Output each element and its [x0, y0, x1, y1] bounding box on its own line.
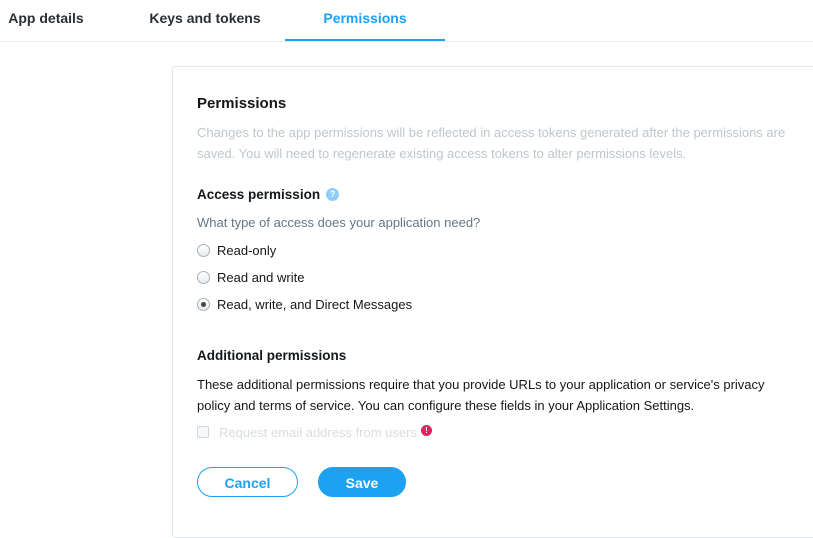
save-button[interactable]: Save [318, 467, 406, 497]
email-permission-checkbox[interactable] [197, 426, 209, 438]
email-permission-text: Request email address from users [219, 425, 417, 440]
permissions-description: Changes to the app permissions will be r… [197, 125, 786, 161]
access-permission-heading: Access permission? [197, 187, 340, 202]
radio-button-checked[interactable] [197, 298, 210, 311]
permissions-title: Permissions [197, 95, 287, 112]
tab-bar: App details Keys and tokens Permissions [0, 0, 813, 42]
tab-keys-and-tokens[interactable]: Keys and tokens [126, 0, 284, 40]
radio-button[interactable] [197, 244, 210, 257]
email-permission-label: Request email address from users! [219, 425, 432, 440]
tab-app-details[interactable]: App details [0, 0, 92, 40]
radio-label: Read and write [217, 270, 305, 285]
tab-permissions[interactable]: Permissions [285, 0, 445, 41]
alert-icon[interactable]: ! [420, 425, 432, 437]
cancel-button[interactable]: Cancel [197, 467, 298, 497]
radio-button[interactable] [197, 271, 210, 284]
access-permission-title: Access permission [197, 187, 321, 202]
radio-label: Read-only [217, 243, 277, 258]
additional-permissions-description: These additional permissions require tha… [197, 377, 765, 413]
permissions-card: Permissions Changes to the app permissio… [172, 66, 813, 538]
additional-permissions-title: Additional permissions [197, 348, 347, 363]
question-icon[interactable]: ? [326, 187, 340, 201]
radio-label: Read, write, and Direct Messages [217, 297, 413, 312]
access-question: What type of access does your applicatio… [197, 215, 481, 230]
